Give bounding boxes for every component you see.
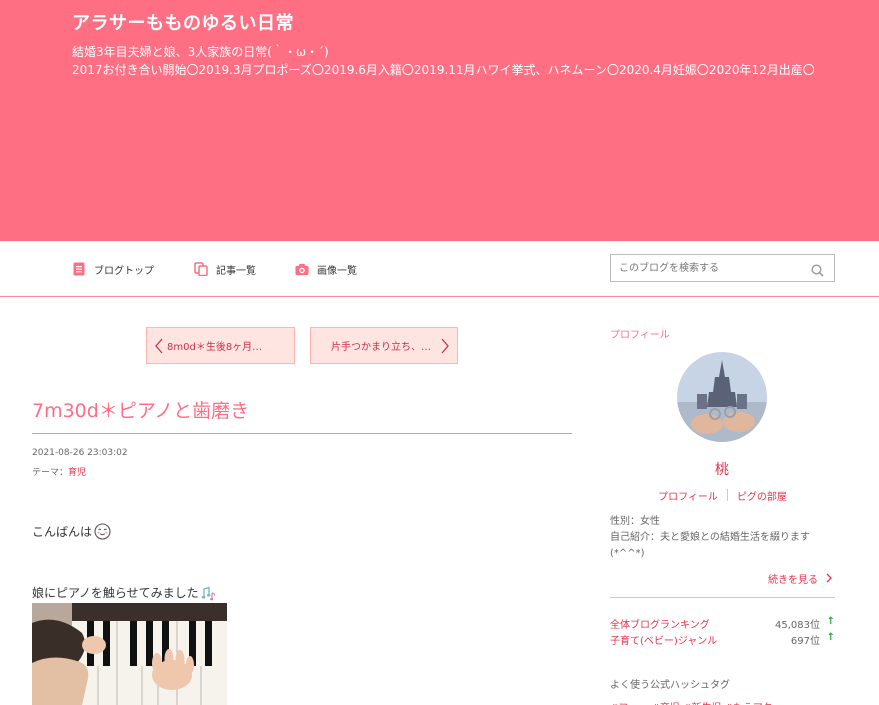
chevron-right-icon [441, 338, 449, 354]
blog-header: アラサーもものゆるい日常 結婚3年目夫婦と娘、3人家族の日常(｀・ω・´) 20… [0, 0, 879, 241]
entry-paragraph: 娘にピアノを触らせてみました [32, 584, 217, 601]
trend-up-icon: ↑ [826, 632, 835, 643]
trend-up-icon: ↑ [826, 616, 835, 627]
entry-date: 2021-08-26 23:03:02 [32, 448, 128, 458]
more-link-label: 続きを見る [768, 575, 818, 586]
entry-title-divider [32, 433, 572, 434]
nav-label: 画像一覧 [317, 265, 357, 277]
chevron-left-icon [155, 338, 163, 354]
profile-nickname[interactable]: 桃 [700, 459, 744, 479]
entry-title[interactable]: 7m30d＊ピアノと歯磨き [32, 396, 249, 423]
profile-more-link[interactable]: 続きを見る [768, 571, 833, 586]
entry-paragraph-text: 娘にピアノを触らせてみました [32, 586, 199, 600]
profile-heading: プロフィール [610, 330, 670, 341]
profile-intro-cont: (*^^*) [610, 548, 645, 559]
blog-description: 結婚3年目夫婦と娘、3人家族の日常(｀・ω・´) 2017お付き合い開始〇201… [72, 43, 815, 79]
blog-search-input[interactable] [611, 255, 801, 281]
entry-theme-label: テーマ： [32, 468, 69, 478]
next-entry-label: 片手つかまり立ち、… [331, 342, 431, 353]
prev-entry-label: 8m0d＊生後8ヶ月… [167, 342, 263, 353]
document-icon [72, 262, 86, 276]
ranking-label: 子育て(ベビー)ジャンル [610, 636, 718, 647]
copy-icon [194, 262, 208, 276]
prev-entry-button[interactable]: 8m0d＊生後8ヶ月… [146, 327, 295, 364]
ranking-row[interactable]: 子育て(ベビー)ジャンル 697位 ↑ [610, 632, 835, 647]
blog-search-box [610, 254, 835, 282]
hashtag-list[interactable]: #ファッ #育児 #新生児 #もうアク [610, 699, 835, 705]
smile-emoji-icon [94, 523, 111, 540]
nav-image-list[interactable]: 画像一覧 [295, 261, 357, 277]
blog-description-line: 結婚3年目夫婦と娘、3人家族の日常(｀・ω・´) [72, 45, 329, 59]
nav-blog-top[interactable]: ブログトップ [72, 261, 154, 277]
profile-link[interactable]: プロフィール [649, 488, 727, 503]
entry-paragraph: こんばんは [32, 523, 111, 540]
ranking-value: 697位 [790, 636, 820, 647]
profile-links: プロフィール ピグの部屋 [610, 488, 835, 503]
ranking-label: 全体ブログランキング [610, 620, 710, 631]
search-icon[interactable] [811, 262, 824, 277]
entry-theme: テーマ：育児 [32, 465, 86, 478]
ranking-value: 45,083位 [775, 620, 820, 631]
blog-title[interactable]: アラサーもものゆるい日常 [72, 9, 294, 35]
entry-theme-link[interactable]: 育児 [68, 468, 86, 478]
nav-label: ブログトップ [94, 265, 154, 277]
nav-label: 記事一覧 [216, 265, 256, 277]
pig-room-link[interactable]: ピグの部屋 [728, 488, 796, 503]
sidebar-divider [610, 597, 835, 598]
camera-icon [295, 262, 309, 276]
blog-description-line: 2017お付き合い開始〇2019.3月プロポーズ〇2019.6月入籍〇2019.… [72, 63, 815, 77]
profile-avatar[interactable] [677, 352, 767, 442]
music-notes-icon [201, 585, 217, 601]
nav-article-list[interactable]: 記事一覧 [194, 261, 256, 277]
next-entry-button[interactable]: 片手つかまり立ち、… [310, 327, 458, 364]
chevron-right-icon [826, 573, 833, 583]
profile-gender: 性別：女性 [610, 516, 660, 527]
hashtag-heading: よく使う公式ハッシュタグ [610, 680, 730, 691]
ranking-row[interactable]: 全体ブログランキング 45,083位 ↑ [610, 616, 835, 631]
profile-intro: 自己紹介：夫と愛娘との結婚生活を綴ります [610, 532, 810, 543]
entry-paragraph-text: こんばんは [32, 525, 93, 539]
entry-photo-piano[interactable] [32, 603, 227, 705]
